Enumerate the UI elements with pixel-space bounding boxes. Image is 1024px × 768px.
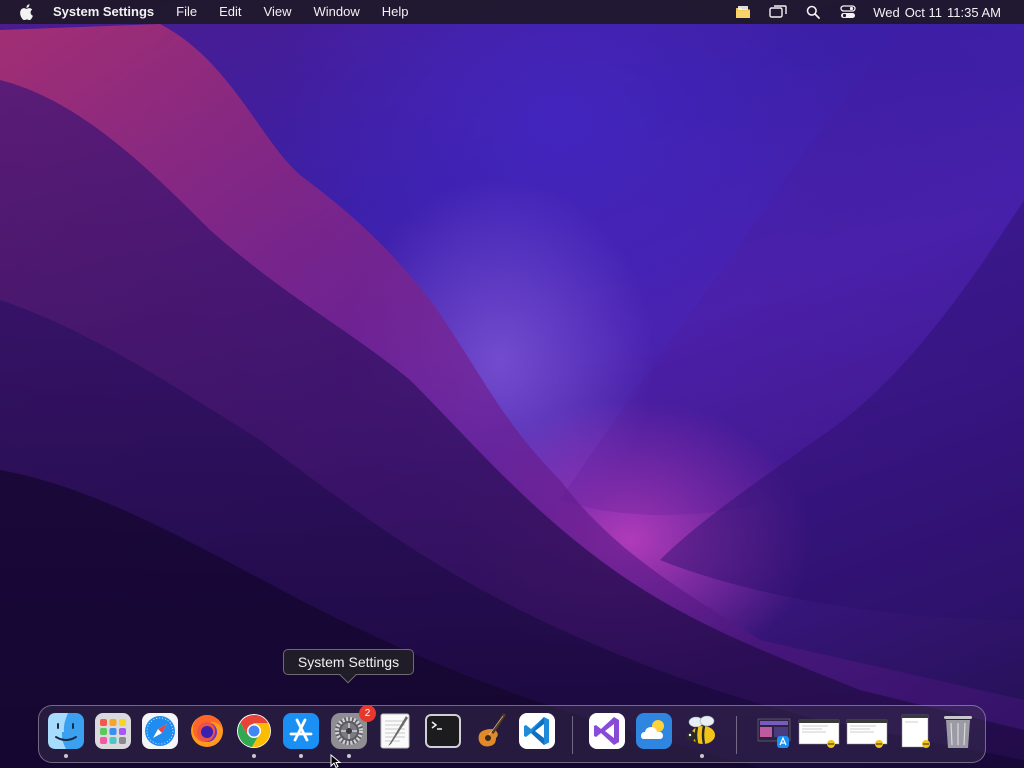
screenshot-thumbnail-icon bbox=[846, 712, 888, 750]
screenshot-stack-icon bbox=[754, 712, 792, 750]
menu-file[interactable]: File bbox=[165, 0, 208, 24]
folder-icon[interactable] bbox=[732, 3, 754, 21]
document-thumbnail-icon bbox=[896, 712, 934, 750]
running-indicator bbox=[700, 754, 704, 758]
dock-item-screenshot-3[interactable] bbox=[845, 712, 888, 756]
dock-item-bee-app[interactable] bbox=[682, 712, 722, 758]
control-center-icon[interactable] bbox=[837, 3, 859, 21]
clock-day: Wed bbox=[873, 4, 900, 20]
dock-item-vscode[interactable] bbox=[517, 712, 557, 756]
visual-studio-icon bbox=[588, 712, 626, 750]
menu-edit[interactable]: Edit bbox=[208, 0, 252, 24]
app-store-icon bbox=[282, 712, 320, 750]
dock-item-screenshot-2[interactable] bbox=[797, 712, 840, 756]
clock-time: 11:35 AM bbox=[947, 4, 1001, 20]
menu-view[interactable]: View bbox=[253, 0, 303, 24]
finder-icon bbox=[47, 712, 85, 750]
dock-separator bbox=[736, 716, 737, 754]
vscode-icon bbox=[518, 712, 556, 750]
running-indicator bbox=[252, 754, 256, 758]
dock-item-firefox[interactable] bbox=[187, 712, 227, 756]
dock: 2 bbox=[38, 705, 986, 763]
dock-item-finder[interactable] bbox=[46, 712, 86, 758]
dock-item-visual-studio[interactable] bbox=[587, 712, 627, 756]
launchpad-icon bbox=[94, 712, 132, 750]
notification-badge: 2 bbox=[359, 705, 376, 722]
dock-item-terminal[interactable] bbox=[423, 712, 463, 756]
dock-item-app-store[interactable] bbox=[281, 712, 321, 758]
dock-tooltip: System Settings bbox=[283, 649, 414, 684]
dock-item-screenshot-stack[interactable] bbox=[753, 712, 793, 756]
dock-item-weather[interactable] bbox=[634, 712, 674, 756]
menu-bar-left: System Settings File Edit View Window He… bbox=[0, 0, 419, 24]
running-indicator bbox=[64, 754, 68, 758]
dock-item-chrome[interactable] bbox=[234, 712, 274, 758]
dock-item-trash[interactable] bbox=[938, 712, 978, 756]
menu-window[interactable]: Window bbox=[302, 0, 370, 24]
clock-date: Oct 11 bbox=[904, 4, 943, 20]
menu-app-name[interactable]: System Settings bbox=[53, 0, 165, 24]
menu-help[interactable]: Help bbox=[371, 0, 420, 24]
terminal-icon bbox=[424, 712, 462, 750]
menu-bar-status-area: Wed Oct 11 11:35 AM bbox=[719, 0, 1024, 24]
dock-item-launchpad[interactable] bbox=[93, 712, 133, 756]
dock-separator bbox=[572, 716, 573, 754]
apple-logo-icon[interactable] bbox=[19, 4, 35, 20]
firefox-icon bbox=[188, 712, 226, 750]
mouse-cursor bbox=[330, 753, 342, 768]
weather-icon bbox=[635, 712, 673, 750]
running-indicator bbox=[299, 754, 303, 758]
chrome-icon bbox=[235, 712, 273, 750]
screen-mirroring-icon[interactable] bbox=[767, 3, 789, 21]
trash-icon bbox=[939, 712, 977, 750]
system-settings-icon: 2 bbox=[330, 705, 376, 750]
screenshot-thumbnail-icon bbox=[798, 712, 840, 750]
desktop-wallpaper bbox=[0, 0, 1024, 768]
menu-bar-clock[interactable]: Wed Oct 11 11:35 AM bbox=[873, 5, 1006, 20]
safari-icon bbox=[141, 712, 179, 750]
garageband-icon bbox=[471, 712, 509, 750]
bee-icon bbox=[683, 712, 721, 750]
spotlight-search-icon[interactable] bbox=[802, 3, 824, 21]
dock-item-textedit[interactable] bbox=[375, 712, 415, 756]
running-indicator bbox=[347, 754, 351, 758]
dock-item-safari[interactable] bbox=[140, 712, 180, 756]
dock-item-document[interactable] bbox=[895, 712, 935, 756]
menu-bar: System Settings File Edit View Window He… bbox=[0, 0, 1024, 24]
dock-item-system-settings[interactable]: 2 bbox=[329, 705, 376, 758]
textedit-icon bbox=[376, 712, 414, 750]
wallpaper-hills bbox=[0, 24, 1024, 768]
dock-item-garageband[interactable] bbox=[470, 712, 510, 756]
